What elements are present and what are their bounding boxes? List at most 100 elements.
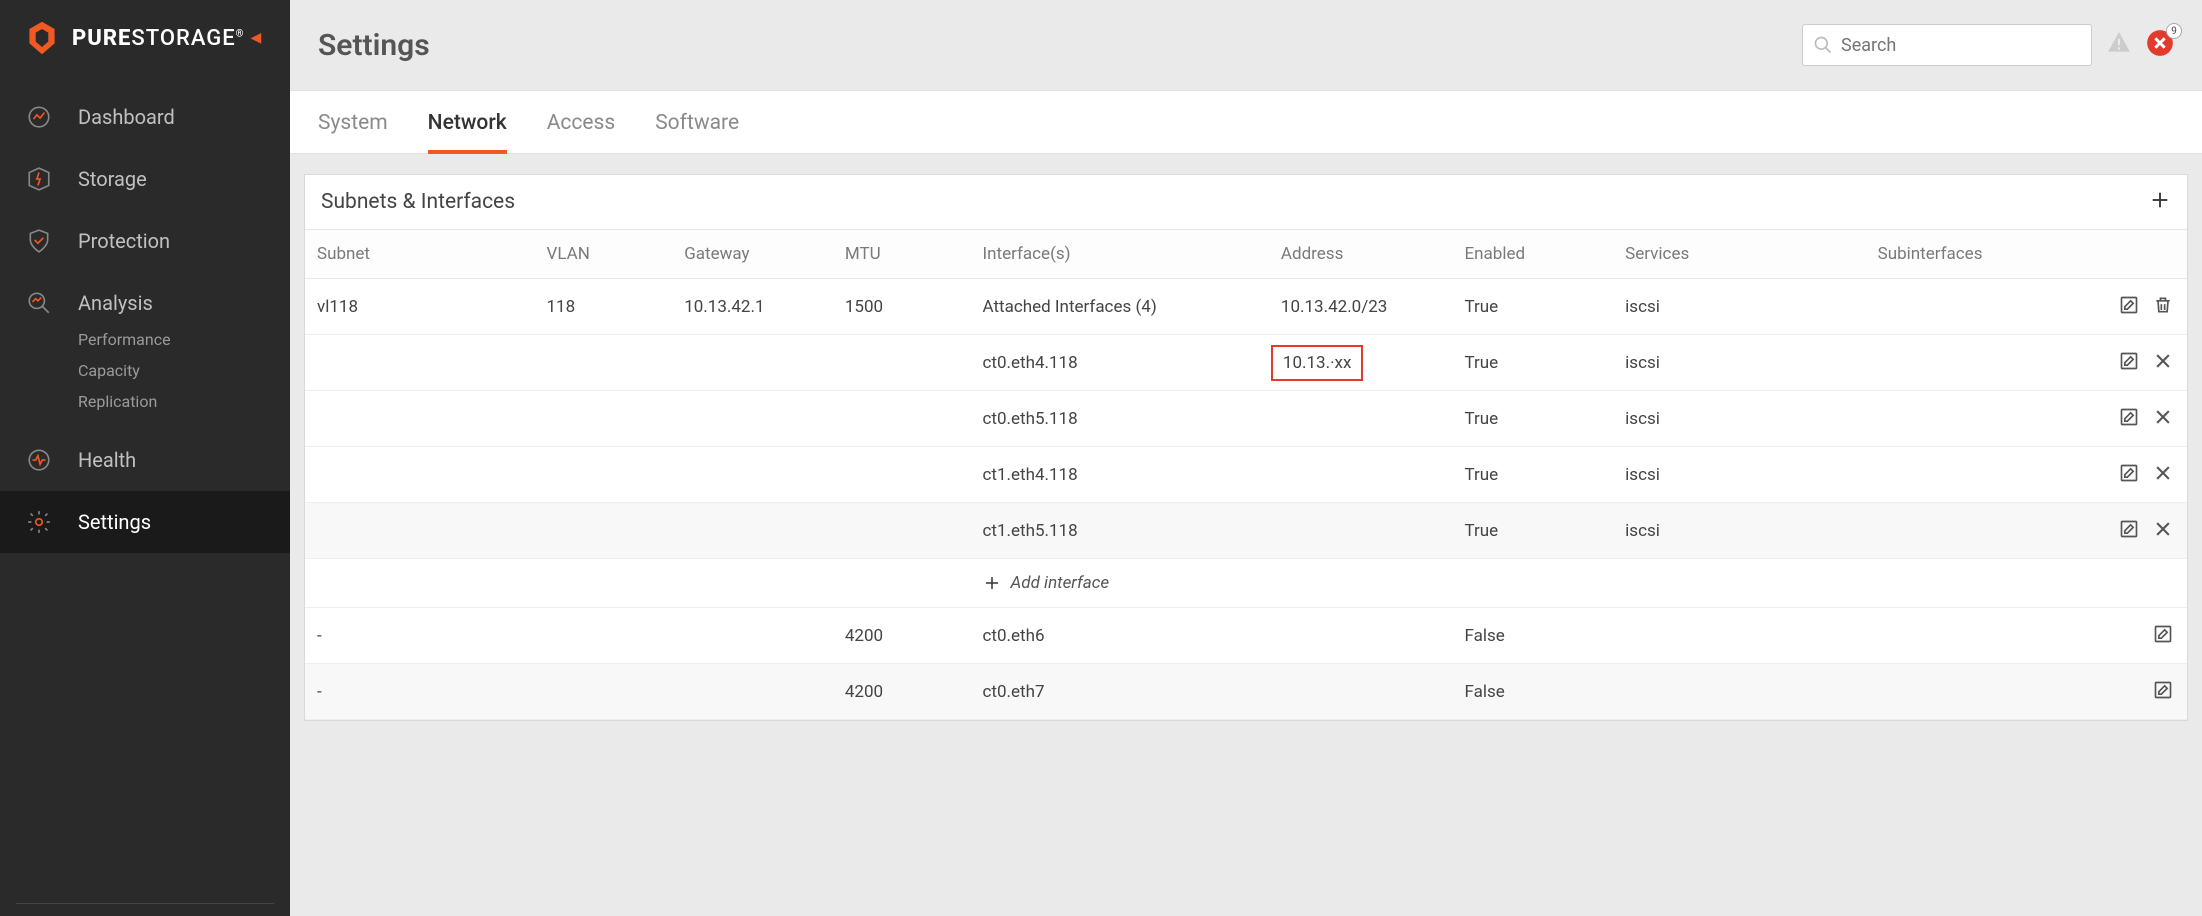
column-header: Gateway [672, 230, 833, 279]
cell: True [1453, 335, 1614, 391]
cell [672, 447, 833, 503]
cell: 4200 [833, 608, 971, 664]
content: Subnets & Interfaces SubnetVLANGatewayMT… [290, 154, 2202, 741]
brand-text: PURESTORAGE® [72, 26, 245, 51]
cell: iscsi [1613, 279, 1865, 335]
nav-list: Dashboard Storage Protection Analysis Pe… [0, 86, 290, 553]
subnets-panel: Subnets & Interfaces SubnetVLANGatewayMT… [304, 174, 2188, 721]
row-actions [2072, 391, 2187, 447]
cell [1269, 503, 1453, 559]
column-header: Address [1269, 230, 1453, 279]
row-actions [2072, 279, 2187, 335]
storage-icon [24, 164, 54, 194]
cell: iscsi [1613, 391, 1865, 447]
cell: 118 [535, 279, 673, 335]
nav-label: Protection [78, 229, 170, 253]
table-row: ct0.eth5.118Trueiscsi [305, 391, 2187, 447]
brand-logo[interactable]: PURESTORAGE® ◀ [0, 0, 290, 86]
table-row: ct0.eth4.11810.13.·xx Trueiscsi [305, 335, 2187, 391]
edit-button[interactable] [2117, 293, 2141, 317]
tab-system[interactable]: System [318, 91, 388, 153]
cell: True [1453, 279, 1614, 335]
cell: iscsi [1613, 335, 1865, 391]
cell: ct1.eth5.118 [971, 503, 1269, 559]
cell: ct0.eth4.118 [971, 335, 1269, 391]
nav-storage[interactable]: Storage [0, 148, 290, 210]
error-badge[interactable]: 9 [2146, 29, 2174, 61]
nav-sub-performance[interactable]: Performance [78, 324, 290, 355]
cell [1269, 608, 1453, 664]
cell: False [1453, 664, 1614, 720]
brand-caret-icon: ◀ [251, 30, 262, 46]
edit-button[interactable] [2151, 678, 2175, 702]
edit-button[interactable] [2117, 461, 2141, 485]
subnets-table: SubnetVLANGatewayMTUInterface(s)AddressE… [305, 229, 2187, 720]
cell [1269, 664, 1453, 720]
search-box[interactable] [1802, 24, 2092, 66]
warning-icon[interactable] [2106, 30, 2132, 60]
column-header: MTU [833, 230, 971, 279]
cell [305, 447, 535, 503]
panel-title: Subnets & Interfaces [321, 190, 515, 214]
nav-label: Storage [78, 167, 147, 191]
cell [1269, 447, 1453, 503]
cell: ct0.eth5.118 [971, 391, 1269, 447]
nav-settings[interactable]: Settings [0, 491, 290, 553]
cell [1866, 608, 2073, 664]
table-header-row: SubnetVLANGatewayMTUInterface(s)AddressE… [305, 230, 2187, 279]
cell [672, 608, 833, 664]
cell [672, 391, 833, 447]
cell [1613, 664, 1865, 720]
edit-button[interactable] [2117, 349, 2141, 373]
close-button[interactable] [2151, 405, 2175, 429]
close-button[interactable] [2151, 461, 2175, 485]
tab-software[interactable]: Software [655, 91, 739, 153]
table-row: vl11811810.13.42.11500Attached Interface… [305, 279, 2187, 335]
cell: ct0.eth6 [971, 608, 1269, 664]
nav-sub-capacity[interactable]: Capacity [78, 355, 290, 386]
cell [535, 664, 673, 720]
nav-analysis-sub: Performance Capacity Replication [0, 324, 290, 417]
close-button[interactable] [2151, 349, 2175, 373]
edit-button[interactable] [2117, 405, 2141, 429]
gear-icon [24, 507, 54, 537]
row-actions [2072, 503, 2187, 559]
highlighted-address: 10.13.·xx [1271, 345, 1364, 381]
cell [672, 503, 833, 559]
health-icon [24, 445, 54, 475]
cell [1866, 503, 2073, 559]
close-button[interactable] [2151, 517, 2175, 541]
row-actions [2072, 447, 2187, 503]
error-count: 9 [2166, 23, 2182, 39]
add-interface-label: Add interface [1011, 573, 1110, 593]
column-header: VLAN [535, 230, 673, 279]
row-actions [2072, 335, 2187, 391]
cell: - [305, 608, 535, 664]
edit-button[interactable] [2151, 622, 2175, 646]
pure-logo-icon [24, 20, 60, 56]
cell: Attached Interfaces (4) [971, 279, 1269, 335]
nav-protection[interactable]: Protection [0, 210, 290, 272]
shield-icon [24, 226, 54, 256]
table-row: ct1.eth5.118Trueiscsi [305, 503, 2187, 559]
delete-button[interactable] [2151, 293, 2175, 317]
nav-analysis[interactable]: Analysis [0, 272, 290, 324]
cell: - [305, 664, 535, 720]
cell: iscsi [1613, 503, 1865, 559]
cell [833, 391, 971, 447]
cell: ct0.eth7 [971, 664, 1269, 720]
edit-button[interactable] [2117, 517, 2141, 541]
nav-label: Health [78, 448, 136, 472]
tab-access[interactable]: Access [547, 91, 616, 153]
nav-label: Dashboard [78, 105, 175, 129]
nav-health[interactable]: Health [0, 429, 290, 491]
add-interface-button[interactable]: Add interface [983, 573, 2175, 593]
nav-dashboard[interactable]: Dashboard [0, 86, 290, 148]
add-subnet-button[interactable] [2149, 189, 2171, 215]
search-input[interactable] [1841, 35, 2081, 56]
sidebar-footer [0, 903, 290, 916]
nav-sub-replication[interactable]: Replication [78, 386, 290, 417]
plus-icon [983, 574, 1001, 592]
cell [535, 335, 673, 391]
tab-network[interactable]: Network [428, 91, 507, 153]
